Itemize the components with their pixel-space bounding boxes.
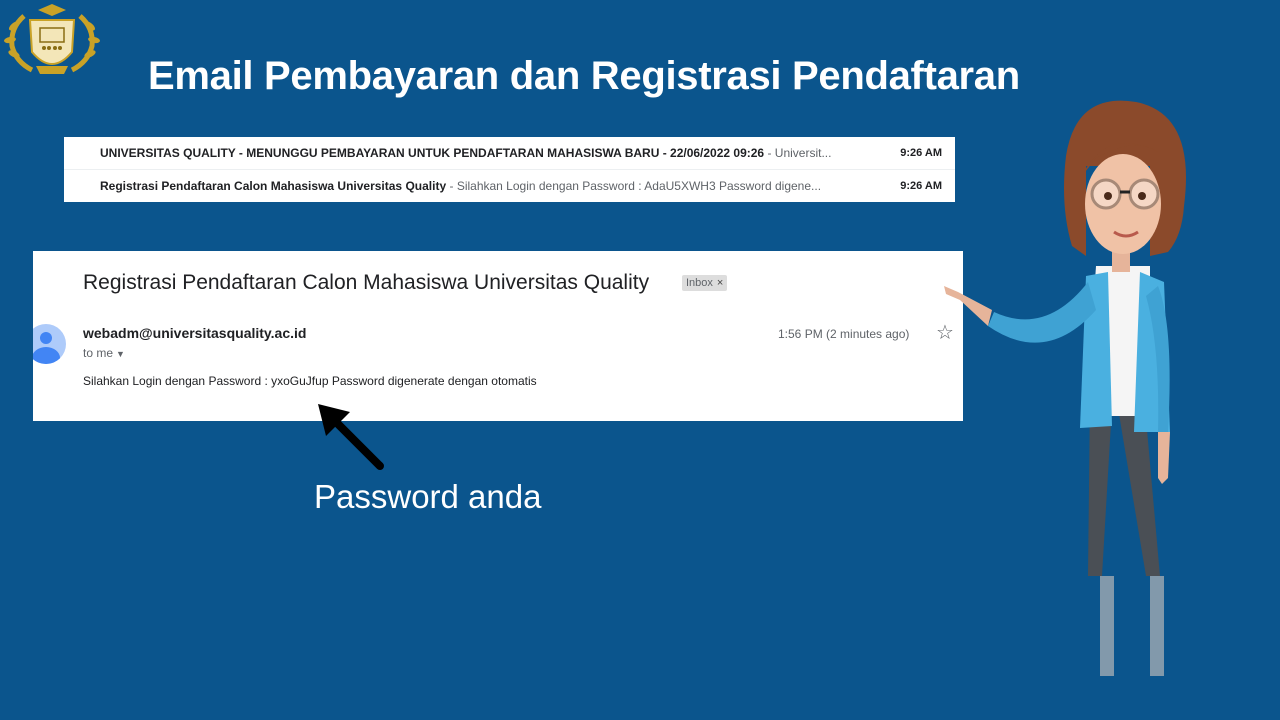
inbox-row[interactable]: Registrasi Pendaftaran Calon Mahasiswa U… bbox=[64, 170, 955, 202]
avatar-body bbox=[33, 347, 60, 364]
email-body: Silahkan Login dengan Password : yxoGuJf… bbox=[83, 374, 537, 388]
inbox-row-snippet-separator: - bbox=[767, 146, 775, 160]
remove-label-icon[interactable]: × bbox=[717, 277, 723, 289]
email-view: Registrasi Pendaftaran Calon Mahasiswa U… bbox=[33, 251, 963, 421]
inbox-row-snippet: Universit... bbox=[774, 146, 832, 160]
inbox-row-subject: UNIVERSITAS QUALITY - MENUNGGU PEMBAYARA… bbox=[100, 146, 765, 160]
inbox-row-snippet: Silahkan Login dengan Password : AdaU5XW… bbox=[456, 179, 822, 193]
inbox-row-snippet-separator: - bbox=[449, 179, 457, 193]
university-logo bbox=[4, 4, 100, 74]
presenter-character bbox=[944, 100, 1186, 676]
pointer-arrow-icon bbox=[318, 404, 384, 470]
recipient-details[interactable]: to me ▼ bbox=[83, 346, 125, 360]
inbox-list: UNIVERSITAS QUALITY - MENUNGGU PEMBAYARA… bbox=[64, 137, 955, 202]
inbox-label-text: Inbox bbox=[686, 277, 713, 289]
inbox-row[interactable]: UNIVERSITAS QUALITY - MENUNGGU PEMBAYARA… bbox=[64, 137, 955, 170]
inbox-row-text: Registrasi Pendaftaran Calon Mahasiswa U… bbox=[100, 170, 860, 202]
chevron-down-icon[interactable]: ▼ bbox=[116, 349, 125, 359]
recipient-text: to me bbox=[83, 346, 114, 360]
sender-email[interactable]: webadm@universitasquality.ac.id bbox=[83, 325, 306, 341]
inbox-row-subject: Registrasi Pendaftaran Calon Mahasiswa U… bbox=[100, 179, 447, 193]
email-subject: Registrasi Pendaftaran Calon Mahasiswa U… bbox=[83, 271, 650, 294]
inbox-row-text: UNIVERSITAS QUALITY - MENUNGGU PEMBAYARA… bbox=[100, 137, 860, 169]
avatar-head bbox=[40, 332, 52, 344]
sender-avatar bbox=[33, 324, 66, 364]
email-timestamp: 1:56 PM (2 minutes ago) bbox=[778, 327, 910, 341]
inbox-label-badge[interactable]: Inbox × bbox=[682, 275, 728, 291]
password-callout: Password anda bbox=[314, 478, 542, 515]
slide-title: Email Pembayaran dan Registrasi Pendafta… bbox=[148, 54, 1020, 98]
